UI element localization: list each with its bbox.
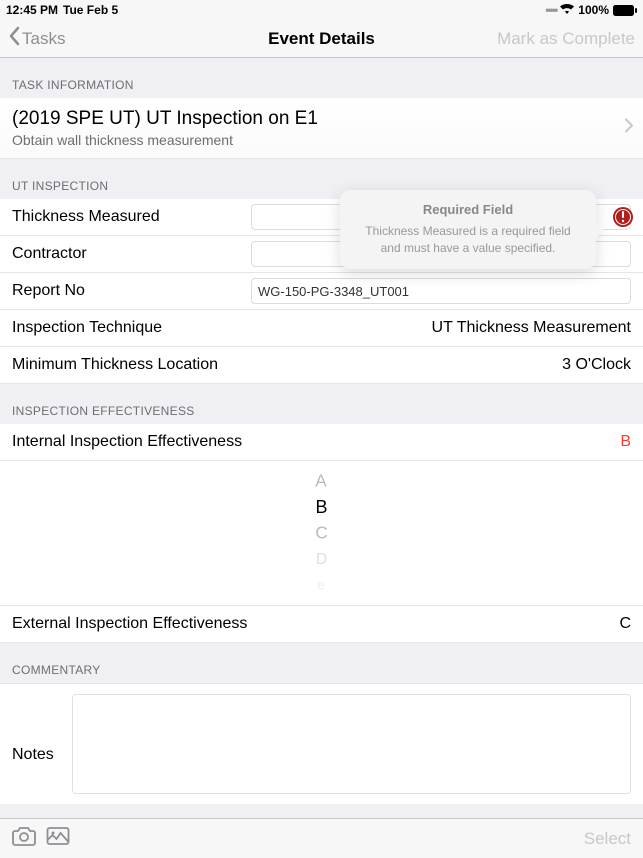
select-button[interactable]: Select [584,829,631,849]
mark-complete-button[interactable]: Mark as Complete [497,29,635,49]
picker-option-selected[interactable]: B [315,495,327,519]
picker-option[interactable]: C [315,522,327,545]
chevron-left-icon [8,26,20,51]
bottom-toolbar: Select [0,818,643,858]
back-label: Tasks [22,29,65,49]
cellular-icon: ••••• [545,3,556,17]
external-value: C [619,615,631,633]
page-title: Event Details [268,29,375,49]
back-button[interactable]: Tasks [8,26,65,51]
row-min-thickness-location[interactable]: Minimum Thickness Location 3 O'Clock [0,347,643,384]
nav-bar: Tasks Event Details Mark as Complete [0,20,643,58]
battery-percent: 100% [578,3,609,17]
row-internal-effectiveness[interactable]: Internal Inspection Effectiveness B [0,424,643,461]
task-row[interactable]: (2019 SPE UT) UT Inspection on E1 Obtain… [0,98,643,159]
reportno-input[interactable] [251,278,631,304]
tooltip-arrow [596,222,604,238]
internal-value: B [620,433,631,451]
external-label: External Inspection Effectiveness [12,615,247,633]
status-bar: 12:45 PM Tue Feb 5 ••••• 100% [0,0,643,20]
technique-label: Inspection Technique [12,319,162,337]
notes-label: Notes [12,694,54,764]
tooltip-message: Thickness Measured is a required field a… [354,223,582,257]
picker-option[interactable]: A [316,470,327,493]
camera-icon[interactable] [12,826,36,851]
reportno-label: Report No [12,282,85,300]
picker-wheel[interactable]: A B C D e [0,461,643,606]
picker-option[interactable]: D [316,549,327,569]
contractor-label: Contractor [12,245,87,263]
row-external-effectiveness[interactable]: External Inspection Effectiveness C [0,606,643,643]
status-date: Tue Feb 5 [63,3,118,17]
row-notes: Notes [0,683,643,804]
status-time: 12:45 PM [6,3,58,17]
thickness-label: Thickness Measured [12,208,160,226]
section-header-task-info: TASK INFORMATION [0,58,643,98]
row-inspection-technique[interactable]: Inspection Technique UT Thickness Measur… [0,310,643,347]
internal-label: Internal Inspection Effectiveness [12,433,242,451]
technique-value: UT Thickness Measurement [432,319,631,337]
wifi-icon [560,3,574,17]
task-title: (2019 SPE UT) UT Inspection on E1 [12,108,318,130]
alert-icon[interactable] [612,206,634,228]
notes-textarea[interactable] [72,694,631,794]
chevron-right-icon [625,119,633,138]
battery-icon [613,5,637,16]
row-report-no: Report No [0,273,643,310]
picker-option[interactable]: e [318,576,326,594]
photo-library-icon[interactable] [46,826,70,851]
tooltip-title: Required Field [354,202,582,217]
section-header-commentary: COMMENTARY [0,643,643,683]
task-subtitle: Obtain wall thickness measurement [12,132,233,148]
required-field-tooltip: Required Field Thickness Measured is a r… [340,190,596,269]
section-header-effectiveness: INSPECTION EFFECTIVENESS [0,384,643,424]
minthick-label: Minimum Thickness Location [12,356,218,374]
minthick-value: 3 O'Clock [562,356,631,374]
